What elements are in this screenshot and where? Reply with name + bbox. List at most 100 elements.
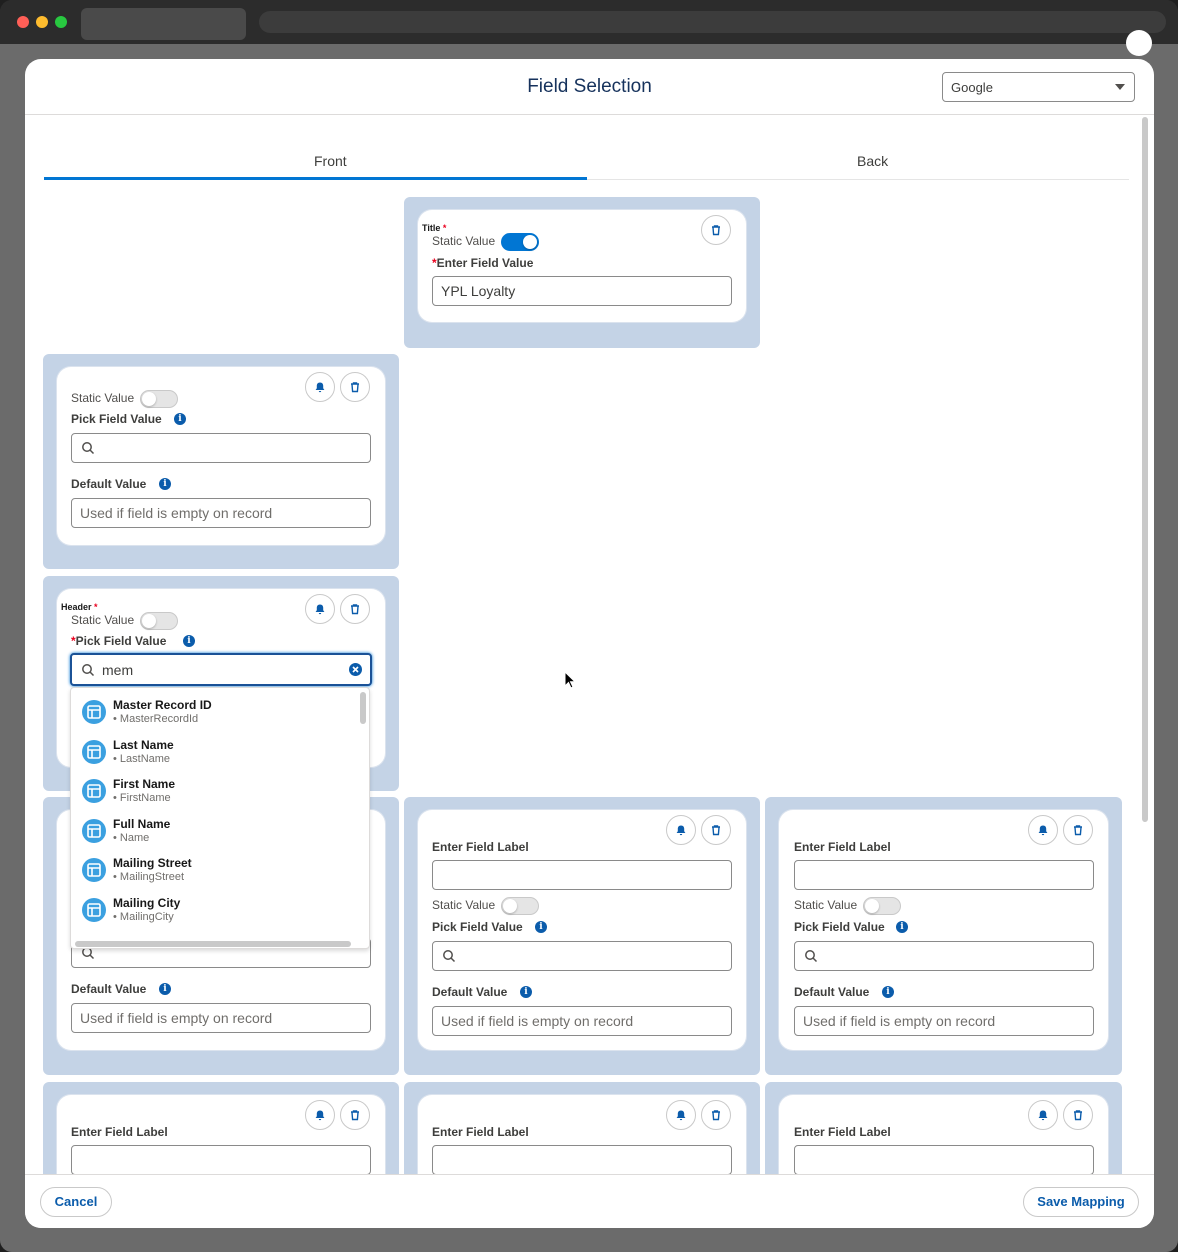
dropdown-horizontal-scrollbar[interactable]: [75, 941, 351, 947]
pick-field-search[interactable]: mem: [70, 653, 372, 686]
pick-field-search[interactable]: [794, 941, 1094, 971]
mouse-cursor-icon: [564, 671, 576, 689]
pick-field-value-label: Pick Field Value: [71, 412, 162, 426]
corner-close-button[interactable]: [1126, 30, 1152, 56]
default-value-label: Default Value: [432, 985, 508, 999]
default-value-input[interactable]: Used if field is empty on record: [432, 1006, 732, 1036]
default-value-input[interactable]: Used if field is empty on record: [71, 498, 371, 528]
list-item[interactable]: Master Record ID • MasterRecordId: [71, 694, 359, 734]
static-value-label: Static Value: [794, 898, 858, 912]
list-item[interactable]: First Name • FirstName: [71, 773, 359, 813]
delete-button[interactable]: [1063, 1100, 1093, 1130]
notify-button[interactable]: [666, 815, 696, 845]
static-value-toggle[interactable]: [140, 612, 178, 630]
title-label: Title *: [422, 223, 447, 233]
info-icon[interactable]: i: [159, 983, 171, 995]
save-mapping-button[interactable]: Save Mapping: [1023, 1187, 1139, 1217]
modal-body[interactable]: Front Back Title * Static Value *Enter F…: [25, 116, 1154, 1174]
field-label-input[interactable]: [71, 1145, 371, 1174]
table-icon: [82, 700, 106, 724]
pick-field-search[interactable]: [432, 941, 732, 971]
tab-back[interactable]: Back: [857, 153, 888, 169]
header-label: Header *: [61, 602, 98, 612]
trash-icon: [1074, 1110, 1082, 1121]
field-label-input[interactable]: [794, 1145, 1094, 1174]
info-icon[interactable]: i: [882, 986, 894, 998]
modal-scrollbar[interactable]: [1142, 117, 1148, 822]
static-value-toggle[interactable]: [863, 897, 901, 915]
maximize-window-icon[interactable]: [55, 16, 67, 28]
enter-field-label-label: Enter Field Label: [432, 1125, 529, 1139]
dropdown-vertical-scrollbar[interactable]: [360, 692, 366, 724]
bell-icon: [1038, 825, 1048, 836]
trash-icon: [712, 1110, 720, 1121]
bell-icon: [676, 1110, 686, 1121]
info-icon[interactable]: i: [174, 413, 186, 425]
default-value-input[interactable]: Used if field is empty on record: [794, 1006, 1094, 1036]
search-value-text: mem: [102, 662, 134, 678]
field-label-input[interactable]: [794, 860, 1094, 890]
bell-icon: [315, 382, 325, 393]
static-value-toggle[interactable]: [140, 390, 178, 408]
modal-header: Field Selection Google: [25, 59, 1154, 115]
cancel-button[interactable]: Cancel: [40, 1187, 112, 1217]
table-icon: [82, 898, 106, 922]
list-item[interactable]: Mailing City • MailingCity: [71, 892, 359, 932]
field-selection-modal: Field Selection Google Front Back Title …: [25, 59, 1154, 1228]
clear-icon[interactable]: [349, 663, 362, 676]
delete-button[interactable]: [701, 815, 731, 845]
delete-button[interactable]: [340, 594, 370, 624]
tab-front[interactable]: Front: [314, 153, 347, 169]
chevron-down-icon: [1115, 84, 1125, 90]
info-icon[interactable]: i: [896, 921, 908, 933]
notify-button[interactable]: [305, 372, 335, 402]
pick-field-value-label: Pick Field Value: [794, 920, 885, 934]
browser-tab[interactable]: [81, 8, 246, 40]
delete-button[interactable]: [701, 1100, 731, 1130]
notify-button[interactable]: [305, 1100, 335, 1130]
delete-button[interactable]: [340, 372, 370, 402]
default-value-input[interactable]: Used if field is empty on record: [71, 1003, 371, 1033]
info-icon[interactable]: i: [183, 635, 195, 647]
list-item[interactable]: Mailing Street • MailingStreet: [71, 852, 359, 892]
enter-field-label-label: Enter Field Label: [71, 1125, 168, 1139]
trash-icon: [351, 604, 359, 615]
notify-button[interactable]: [1028, 815, 1058, 845]
field-label-input[interactable]: [432, 860, 732, 890]
delete-button[interactable]: [1063, 815, 1093, 845]
pick-field-value-label: *Pick Field Value: [71, 634, 167, 648]
enter-field-label-label: Enter Field Label: [794, 1125, 891, 1139]
enter-field-label-label: Enter Field Label: [432, 840, 529, 854]
info-icon[interactable]: i: [159, 478, 171, 490]
list-item[interactable]: Full Name • Name: [71, 813, 359, 853]
info-icon[interactable]: i: [535, 921, 547, 933]
item-api-name: • Name: [113, 832, 150, 844]
close-window-icon[interactable]: [17, 16, 29, 28]
title-value-input[interactable]: YPL Loyalty: [432, 276, 732, 306]
search-icon: [82, 442, 95, 455]
pick-field-search[interactable]: [71, 433, 371, 463]
field-search-results[interactable]: Master Record ID • MasterRecordId Last N…: [70, 687, 370, 949]
address-bar[interactable]: [259, 11, 1166, 33]
static-value-toggle[interactable]: [501, 233, 539, 251]
enter-field-label-label: Enter Field Label: [794, 840, 891, 854]
delete-button[interactable]: [701, 215, 731, 245]
trash-icon: [351, 382, 359, 393]
search-icon: [443, 950, 456, 963]
provider-select[interactable]: Google: [942, 72, 1135, 102]
static-value-toggle[interactable]: [501, 897, 539, 915]
minimize-window-icon[interactable]: [36, 16, 48, 28]
trash-icon: [351, 1110, 359, 1121]
browser-chrome: [0, 0, 1178, 44]
list-item[interactable]: Last Name • LastName: [71, 734, 359, 774]
item-title: Master Record ID: [113, 698, 212, 712]
bell-icon: [1038, 1110, 1048, 1121]
item-title: Last Name: [113, 738, 174, 752]
delete-button[interactable]: [340, 1100, 370, 1130]
field-label-input[interactable]: [432, 1145, 732, 1174]
trash-icon: [712, 225, 720, 236]
notify-button[interactable]: [666, 1100, 696, 1130]
notify-button[interactable]: [1028, 1100, 1058, 1130]
notify-button[interactable]: [305, 594, 335, 624]
info-icon[interactable]: i: [520, 986, 532, 998]
